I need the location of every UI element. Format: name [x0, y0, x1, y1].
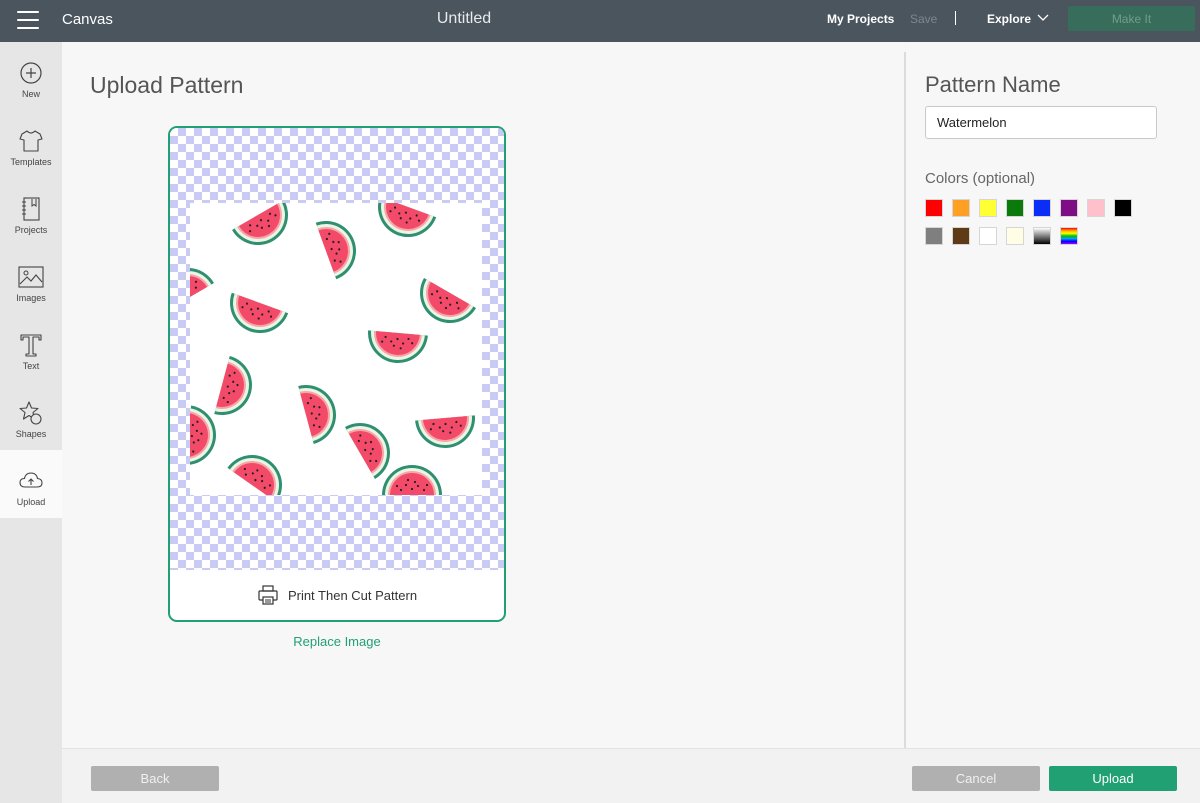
sidebar-item-label: Projects [14, 225, 48, 235]
my-projects-link[interactable]: My Projects [827, 12, 894, 26]
sidebar-item-label: Upload [16, 497, 46, 507]
printer-icon [258, 585, 278, 605]
tshirt-icon [19, 130, 43, 152]
color-swatch-pink[interactable] [1087, 199, 1105, 217]
color-swatch-rainbow[interactable] [1060, 227, 1078, 245]
upload-button[interactable]: Upload [1049, 766, 1177, 791]
color-swatch-red[interactable] [925, 199, 943, 217]
left-sidebar: New Templates Projects Images Text Shape… [0, 42, 62, 803]
text-icon [20, 334, 42, 357]
sidebar-item-label: Shapes [15, 429, 47, 439]
color-swatch-orange[interactable] [952, 199, 970, 217]
make-it-button[interactable]: Make It [1068, 6, 1195, 31]
sidebar-item-label: Text [22, 361, 40, 371]
back-button[interactable]: Back [91, 766, 219, 791]
sidebar-item-images[interactable]: Images [0, 246, 62, 314]
topbar-separator [955, 11, 956, 25]
colors-title: Colors (optional) [925, 170, 1036, 187]
explore-menu[interactable]: Explore [987, 12, 1031, 26]
save-link[interactable]: Save [910, 12, 937, 26]
sidebar-item-new[interactable]: New [0, 42, 62, 110]
main-content: Upload Pattern Print Then Cut Pattern Re… [62, 42, 905, 748]
print-then-cut-label: Print Then Cut Pattern [170, 570, 504, 620]
sidebar-item-upload[interactable]: Upload [0, 450, 62, 518]
color-swatch-green[interactable] [1006, 199, 1024, 217]
pattern-image [190, 203, 482, 495]
plus-circle-icon [20, 62, 42, 84]
color-swatch-gray[interactable] [925, 227, 943, 245]
pattern-preview-card: Print Then Cut Pattern [168, 126, 506, 622]
image-icon [18, 266, 44, 288]
sidebar-item-label: New [21, 89, 40, 99]
sidebar-item-templates[interactable]: Templates [0, 110, 62, 178]
shapes-icon [19, 401, 42, 425]
chevron-down-icon[interactable] [1037, 11, 1049, 23]
print-then-cut-text: Print Then Cut Pattern [287, 587, 418, 603]
color-swatch-black[interactable] [1114, 199, 1132, 217]
color-swatch-brown[interactable] [952, 227, 970, 245]
pattern-name-title: Pattern Name [925, 72, 1061, 97]
pattern-name-input[interactable] [925, 106, 1157, 139]
color-swatch-purple[interactable] [1060, 199, 1078, 217]
pattern-settings-panel: Pattern Name Colors (optional) [906, 42, 1200, 748]
color-swatch-cream[interactable] [1006, 227, 1024, 245]
sidebar-item-text[interactable]: Text [0, 314, 62, 382]
notebook-icon [22, 197, 40, 221]
page-title: Upload Pattern [90, 72, 244, 98]
cloud-upload-icon [19, 472, 43, 488]
document-title[interactable]: Untitled [0, 10, 928, 28]
replace-image-link[interactable]: Replace Image [168, 634, 506, 649]
sidebar-item-label: Templates [10, 157, 52, 167]
color-swatch-black-gradient[interactable] [1033, 227, 1051, 245]
sidebar-item-shapes[interactable]: Shapes [0, 382, 62, 450]
top-bar: Canvas Untitled My Projects Save Explore… [0, 0, 1200, 42]
bottom-bar: Back Cancel Upload [62, 748, 1200, 803]
color-swatch-white[interactable] [979, 227, 997, 245]
cancel-button[interactable]: Cancel [912, 766, 1040, 791]
color-swatch-yellow[interactable] [979, 199, 997, 217]
sidebar-item-label: Images [16, 293, 46, 303]
watermelon-pattern-illustration [190, 203, 478, 495]
sidebar-item-projects[interactable]: Projects [0, 178, 62, 246]
color-swatch-blue[interactable] [1033, 199, 1051, 217]
